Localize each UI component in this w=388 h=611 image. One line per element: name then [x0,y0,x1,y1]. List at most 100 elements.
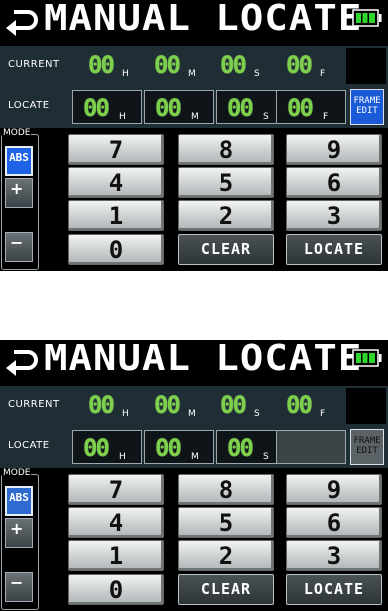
clear-label: CLEAR [200,240,252,258]
current-blank [346,48,386,84]
key-label: 7 [108,136,124,164]
key-3[interactable]: 3 [286,200,382,231]
locate-frames[interactable] [276,430,346,464]
current-hours-unit: H [122,69,129,79]
plus-button[interactable]: + [5,178,33,208]
current-seconds-value: 00 [220,391,247,419]
locate-hours[interactable]: 00 H [72,430,142,464]
key-label: 7 [108,476,124,504]
locate-frames[interactable]: 00 F [276,90,346,124]
current-hours-value: 00 [88,51,115,79]
key-label: 2 [218,542,234,570]
key-0[interactable]: 0 [68,234,164,265]
key-0[interactable]: 0 [68,574,164,605]
clear-button[interactable]: CLEAR [178,234,274,265]
key-label: 6 [326,169,342,197]
key-9[interactable]: 9 [286,134,382,165]
screen-title: MANUAL LOCATE [44,340,363,379]
key-label: 4 [108,509,124,537]
minus-button[interactable]: − [5,232,33,262]
frame-edit-button[interactable]: FRAME EDIT [350,429,384,465]
key-8[interactable]: 8 [178,134,274,165]
current-minutes: 00 M [148,388,212,420]
key-1[interactable]: 1 [68,540,164,571]
locate-minutes[interactable]: 00 M [144,90,214,124]
key-7[interactable]: 7 [68,134,164,165]
current-minutes-value: 00 [154,51,181,79]
minus-button[interactable]: − [5,572,33,602]
plus-button[interactable]: + [5,518,33,548]
current-seconds-unit: S [254,69,260,79]
key-7[interactable]: 7 [68,474,164,505]
clear-button[interactable]: CLEAR [178,574,274,605]
locate-minutes[interactable]: 00 M [144,430,214,464]
locate-hours[interactable]: 00 H [72,90,142,124]
locate-seconds-unit: S [263,452,269,462]
current-strip: CURRENT 00 H 00 M 00 S 00 F [0,386,388,426]
current-frames: 00 F [280,48,344,80]
key-3[interactable]: 3 [286,540,382,571]
current-frames-unit: F [320,69,326,79]
locate-strip: LOCATE 00 H 00 M 00 S 00 F FRAME EDIT [0,86,388,128]
locate-minutes-unit: M [191,112,199,122]
key-1[interactable]: 1 [68,200,164,231]
key-6[interactable]: 6 [286,507,382,538]
key-4[interactable]: 4 [68,507,164,538]
key-label: 5 [218,169,234,197]
key-5[interactable]: 5 [178,507,274,538]
abs-button[interactable]: ABS [5,146,33,176]
key-label: 4 [108,169,124,197]
current-hours: 00 H [82,48,146,80]
current-minutes-unit: M [188,69,196,79]
locate-minutes-value: 00 [155,94,182,122]
key-4[interactable]: 4 [68,167,164,198]
current-minutes: 00 M [148,48,212,80]
key-label: 0 [108,236,124,264]
key-label: 8 [218,476,234,504]
mode-label: MODE [2,128,32,138]
battery-icon [352,9,382,27]
locate-button[interactable]: LOCATE [286,574,382,605]
current-blank [346,388,386,424]
locate-label: LOCATE [8,440,50,451]
locate-minutes-value: 00 [155,434,182,462]
key-9[interactable]: 9 [286,474,382,505]
key-8[interactable]: 8 [178,474,274,505]
current-seconds-value: 00 [220,51,247,79]
title-bar: MANUAL LOCATE [0,0,388,40]
key-2[interactable]: 2 [178,540,274,571]
locate-seconds-unit: S [263,112,269,122]
current-seconds: 00 S [214,388,278,420]
key-2[interactable]: 2 [178,200,274,231]
title-bar: MANUAL LOCATE [0,340,388,380]
current-seconds: 00 S [214,48,278,80]
key-label: 0 [108,576,124,604]
key-5[interactable]: 5 [178,167,274,198]
abs-button[interactable]: ABS [5,486,33,516]
back-arrow-icon[interactable] [4,4,38,36]
frame-edit-button[interactable]: FRAME EDIT [350,89,384,125]
locate-strip: LOCATE 00 H 00 M 00 S FRAME EDIT [0,426,388,468]
key-label: 5 [218,509,234,537]
key-label: 9 [326,136,342,164]
current-frames: 00 F [280,388,344,420]
key-label: 3 [326,202,342,230]
screen-title: MANUAL LOCATE [44,0,363,39]
locate-hours-value: 00 [83,434,110,462]
locate-button[interactable]: LOCATE [286,234,382,265]
battery-icon [352,349,382,367]
key-6[interactable]: 6 [286,167,382,198]
locate-label: LOCATE [303,580,365,598]
locate-frames-value: 00 [287,94,314,122]
key-label: 8 [218,136,234,164]
locate-label: LOCATE [303,240,365,258]
key-label: 2 [218,202,234,230]
current-strip: CURRENT 00 H 00 M 00 S 00 F [0,46,388,86]
locate-hours-unit: H [119,112,126,122]
current-hours: 00 H [82,388,146,420]
locate-minutes-unit: M [191,452,199,462]
clear-label: CLEAR [200,580,252,598]
key-label: 1 [108,542,124,570]
back-arrow-icon[interactable] [4,344,38,376]
locate-hours-unit: H [119,452,126,462]
